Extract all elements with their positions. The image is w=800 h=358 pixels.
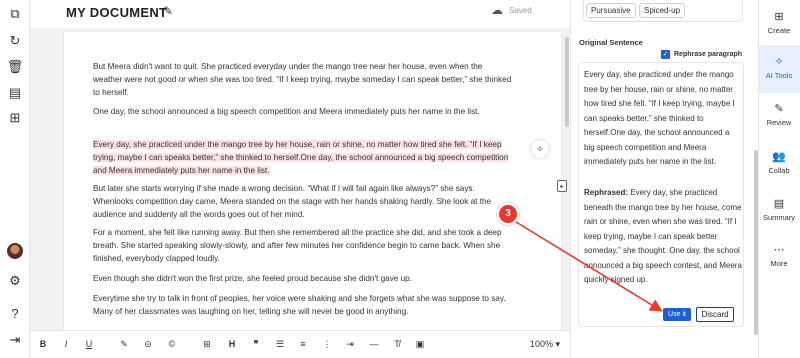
rail-label: More — [770, 259, 788, 268]
file-icon[interactable]: ▣ — [414, 339, 426, 350]
document-settings-icon[interactable]: ▤ — [7, 85, 23, 101]
zoom-select[interactable]: 100% ▾ — [530, 339, 560, 350]
original-text: Every day, she practiced under the mango… — [584, 70, 735, 166]
summary-icon: ▤ — [773, 198, 785, 210]
logout-icon[interactable]: ⇥ — [7, 332, 23, 348]
avatar[interactable] — [7, 243, 23, 259]
rephrase-paragraph-checkbox[interactable]: ✓ — [661, 50, 670, 59]
paragraph[interactable]: But later she starts worrying if she mad… — [93, 182, 513, 221]
bullet-list-icon[interactable]: ≡ — [297, 339, 309, 349]
copy-icon[interactable]: ⧉ — [7, 6, 23, 22]
discard-button[interactable]: Discard — [696, 307, 734, 322]
italic-icon[interactable]: I — [60, 339, 72, 349]
use-it-button[interactable]: Use it — [663, 308, 691, 321]
paragraph[interactable]: But Meera didn't want to quit. She pract… — [93, 60, 513, 99]
magic-wand-icon: ✧ — [774, 56, 784, 68]
rephrased-body: Every day, she practiced beneath the man… — [584, 188, 742, 284]
people-icon: 👥 — [772, 151, 786, 163]
rephrase-paragraph-label[interactable]: Rephrase paragraph — [674, 51, 742, 58]
rail-summary[interactable]: ▤ Summary — [758, 197, 800, 222]
chevron-down-icon: ▾ — [555, 339, 561, 349]
trash-icon[interactable]: 🗑 — [7, 59, 24, 75]
chevron-right-icon: ▸ — [560, 183, 564, 190]
paragraph-highlighted[interactable]: Every day, she practiced under the mango… — [93, 138, 513, 177]
tone-chip[interactable]: Pursuasive — [586, 3, 636, 18]
hierarchy-icon[interactable]: ⊞ — [7, 110, 23, 126]
paragraph[interactable]: For a moment, she felt like running away… — [93, 226, 513, 265]
rail-label: Collab — [768, 166, 790, 175]
zoom-value: 100% — [530, 339, 554, 349]
rephrased-label: Rephrased: — [584, 188, 629, 197]
ai-magic-button[interactable]: ✧ — [531, 140, 549, 158]
horizontal-rule-icon[interactable]: — — [368, 339, 380, 349]
rail-label: Summary — [762, 213, 796, 222]
magic-wand-icon: ✧ — [536, 143, 544, 154]
blockquote-icon[interactable]: ❞ — [250, 339, 262, 350]
document-scrollbar[interactable] — [565, 37, 569, 127]
document-canvas: But Meera didn't want to quit. She pract… — [30, 28, 570, 330]
rail-create[interactable]: ⊞ Create — [758, 10, 800, 35]
rail-ai-tools[interactable]: ✧ AI Tools — [758, 55, 800, 80]
save-status: Saved — [509, 6, 532, 15]
rail-more[interactable]: ⋯ More — [758, 243, 800, 268]
align-left-icon[interactable]: ☰ — [274, 339, 286, 350]
step-badge: 3 — [497, 203, 519, 225]
paragraph[interactable]: Everytime she try to talk in front of pe… — [93, 292, 513, 318]
document-title[interactable]: MY DOCUMENT — [66, 5, 167, 20]
document-page[interactable]: But Meera didn't want to quit. She pract… — [64, 32, 561, 330]
highlight-icon[interactable]: ✎ — [118, 339, 130, 350]
bold-icon[interactable]: B — [37, 339, 49, 349]
table-icon[interactable]: ⊞ — [201, 339, 213, 350]
underline-icon[interactable]: U — [83, 339, 95, 349]
edit-title-icon[interactable]: ✎ — [163, 4, 173, 18]
left-rail: ⧉ ↻ 🗑 ▤ ⊞ ⚙ ? ⇥ — [0, 0, 30, 358]
rail-review[interactable]: ✎ Review — [758, 102, 800, 127]
heading-icon[interactable]: H — [226, 339, 238, 349]
highlighted-sentence[interactable]: Every day, she practiced under the mango… — [93, 140, 509, 175]
rail-label: AI Tools — [765, 71, 793, 80]
clear-format-icon[interactable]: T̸ — [391, 339, 403, 349]
paragraph[interactable]: Even though she didn't won the first pri… — [93, 272, 513, 285]
help-icon[interactable]: ? — [7, 305, 23, 321]
original-sentence-label: Original Sentence — [579, 38, 643, 47]
indent-icon[interactable]: ⇥ — [344, 339, 356, 350]
paragraph[interactable]: One day, the school announced a big spee… — [93, 105, 513, 118]
rephrased-text: Rephrased: Every day, she practiced bene… — [584, 186, 742, 288]
new-doc-icon[interactable]: ↻ — [7, 33, 23, 49]
rail-label: Review — [766, 118, 792, 127]
quote-icon[interactable]: © — [166, 339, 178, 349]
more-icon: ⋯ — [773, 244, 785, 256]
cloud-icon: ☁ — [491, 3, 503, 17]
rail-collab[interactable]: 👥 Collab — [758, 150, 800, 175]
review-icon: ✎ — [774, 103, 784, 115]
rail-label: Create — [767, 26, 791, 35]
tone-chip[interactable]: Spiced-up — [639, 3, 686, 18]
plus-square-icon: ⊞ — [774, 11, 784, 23]
settings-icon[interactable]: ⚙ — [7, 273, 23, 289]
numbered-list-icon[interactable]: ⋮ — [321, 339, 333, 350]
link-icon[interactable]: ⊝ — [142, 339, 154, 350]
panel-toggle-button[interactable]: ▸ — [557, 180, 567, 192]
